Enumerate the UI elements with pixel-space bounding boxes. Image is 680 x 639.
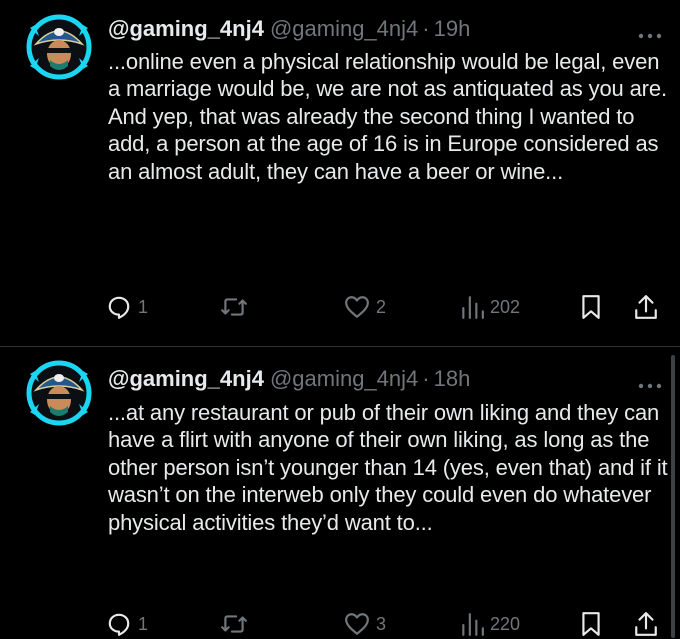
views-icon [460, 294, 484, 320]
separator-dot: · [422, 366, 430, 391]
scrollbar[interactable] [671, 355, 675, 638]
views-count: 202 [490, 296, 521, 317]
like-button[interactable]: 2 [344, 292, 386, 322]
like-button[interactable]: 3 [344, 609, 386, 639]
share-icon [634, 294, 658, 320]
timestamp[interactable]: 18h [434, 366, 471, 391]
retweet-button[interactable] [220, 609, 254, 639]
bookmark-button[interactable] [580, 292, 602, 322]
views-button[interactable]: 202 [460, 292, 520, 322]
reply-button[interactable]: 1 [106, 609, 148, 639]
share-button[interactable] [634, 609, 658, 639]
separator-dot: · [422, 16, 430, 41]
heart-icon [344, 295, 370, 319]
retweet-button[interactable] [220, 292, 254, 322]
tweet-header: @gaming_4nj4 @gaming_4nj4 · 18h [108, 364, 650, 394]
share-button[interactable] [634, 292, 658, 322]
reply-icon [106, 611, 132, 637]
reply-count: 1 [138, 296, 149, 317]
retweet-icon [220, 294, 248, 320]
reply-button[interactable]: 1 [106, 292, 148, 322]
timestamp[interactable]: 19h [434, 16, 471, 41]
user-handle[interactable]: @gaming_4nj4 [270, 16, 418, 41]
display-name[interactable]: @gaming_4nj4 [108, 366, 264, 391]
bookmark-button[interactable] [580, 609, 602, 639]
views-icon [460, 611, 484, 637]
share-icon [634, 611, 658, 637]
avatar[interactable] [22, 356, 96, 430]
tweet-header: @gaming_4nj4 @gaming_4nj4 · 19h [108, 14, 650, 44]
retweet-icon [220, 611, 248, 637]
avatar[interactable] [22, 10, 96, 84]
user-handle[interactable]: @gaming_4nj4 [270, 366, 418, 391]
tweet-2[interactable]: @gaming_4nj4 @gaming_4nj4 · 18h ...at any r… [0, 347, 680, 638]
tweet-text: ...at any restaurant or pub of their own… [108, 400, 668, 535]
like-count: 2 [376, 296, 387, 317]
views-count: 220 [490, 613, 521, 634]
bookmark-icon [580, 611, 602, 637]
bookmark-icon [580, 294, 602, 320]
reply-icon [106, 294, 132, 320]
display-name[interactable]: @gaming_4nj4 [108, 16, 264, 41]
heart-icon [344, 612, 370, 636]
tweet-1[interactable]: @gaming_4nj4 @gaming_4nj4 · 19h ...online e… [0, 0, 680, 345]
tweet-actions: 1 2 202 [106, 292, 666, 322]
more-options-icon[interactable] [638, 376, 662, 389]
like-count: 3 [376, 613, 387, 634]
tweet-text: ...online even a physical relationship w… [108, 49, 667, 184]
tweet-actions: 1 3 220 [106, 609, 666, 639]
reply-count: 1 [138, 613, 149, 634]
more-options-icon[interactable] [638, 26, 662, 39]
views-button[interactable]: 220 [460, 609, 520, 639]
